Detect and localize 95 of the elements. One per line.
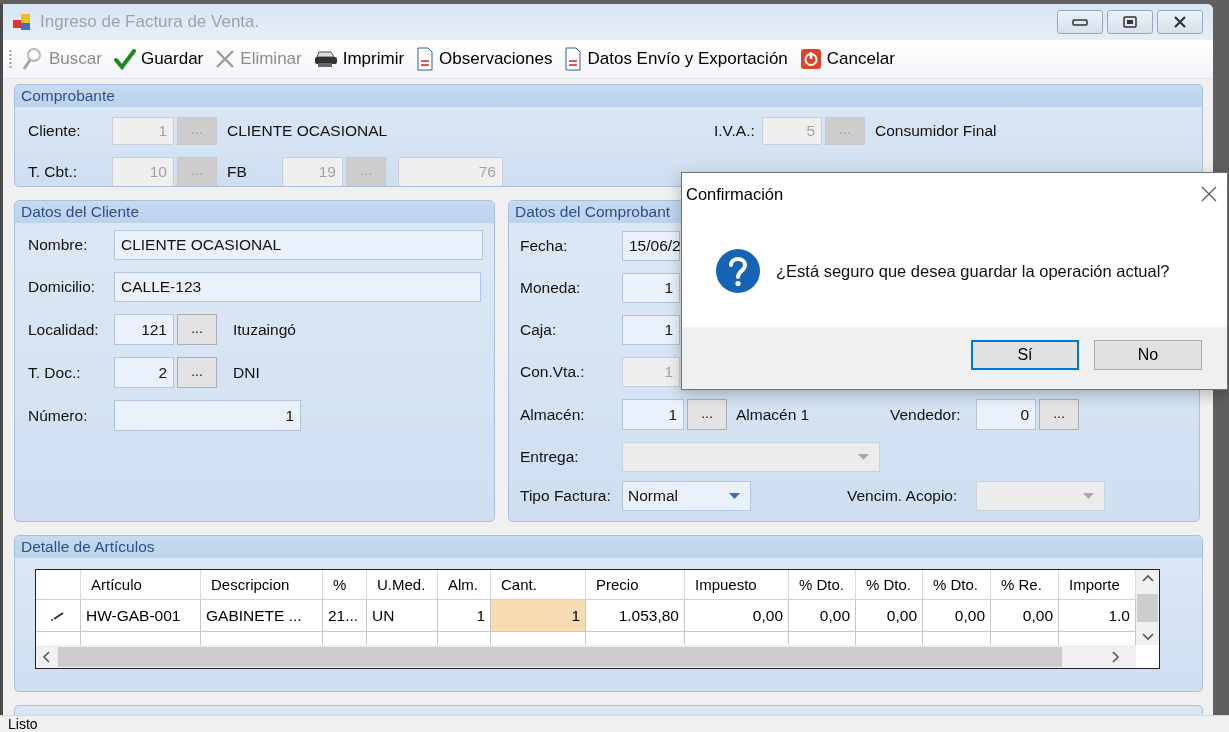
group-title: Comprobante <box>15 85 1202 107</box>
table-cell: 1.0 <box>1059 600 1136 632</box>
table-cell: UN <box>367 600 438 632</box>
lookup-name: Ituzaingó <box>233 320 296 339</box>
input-field[interactable]: 2 <box>114 357 174 388</box>
close-icon[interactable] <box>1201 186 1217 202</box>
chevron-left-icon <box>42 650 50 663</box>
table-cell: 1.053,80 <box>586 600 685 632</box>
toolbar-button[interactable]: Datos Envío y Exportación <box>562 47 790 71</box>
dialog-button[interactable]: No <box>1094 340 1202 370</box>
tax-condition: Consumidor Final <box>875 122 997 140</box>
chevron-right-icon <box>1112 650 1120 663</box>
chevron-down-icon <box>1141 633 1154 641</box>
toolbar-button[interactable]: Imprimir <box>311 49 407 69</box>
dropdown-arrow-icon <box>729 493 740 499</box>
field-label: Con.Vta.: <box>520 363 586 381</box>
input-field[interactable]: 1 <box>114 400 301 431</box>
chevron-up-icon <box>1141 574 1154 582</box>
field-label: Tipo Factura: <box>520 487 612 505</box>
lookup-button[interactable]: ... <box>177 357 217 388</box>
field-label: Vencim. Acopio: <box>847 487 959 505</box>
input-field[interactable]: 1 <box>622 399 684 430</box>
field-label: Domicilio: <box>28 278 97 296</box>
app-icon <box>12 12 32 32</box>
check-icon <box>113 48 136 70</box>
field-label: I.V.A.: <box>714 122 756 140</box>
restore-icon <box>1122 15 1138 29</box>
table-cell: HW-GAB-001 <box>81 600 201 632</box>
input-field[interactable]: 0 <box>976 399 1036 430</box>
minimize-button[interactable] <box>1057 10 1103 34</box>
field-label: Localidad: <box>28 320 100 339</box>
maximize-button[interactable] <box>1107 10 1153 34</box>
field-label: Nombre: <box>28 236 89 254</box>
grip-icon <box>9 49 12 69</box>
printer-icon <box>313 50 338 68</box>
warehouse-name: Almacén 1 <box>736 405 811 424</box>
field-label: Almacén: <box>520 405 586 424</box>
group-title: Datos del Cliente <box>15 201 494 223</box>
table-cell: 21... <box>323 600 367 632</box>
close-icon <box>1172 15 1188 29</box>
dropdown[interactable]: Normal <box>622 481 751 511</box>
field-label: T. Doc.: <box>28 363 82 382</box>
window-title: Ingreso de Factura de Venta. <box>40 12 261 32</box>
field-label: Caja: <box>520 321 558 339</box>
lookup-button[interactable]: ... <box>1039 399 1079 430</box>
field-label: Número: <box>28 406 89 425</box>
lookup-button[interactable]: ... <box>687 399 727 430</box>
input-field[interactable]: 121 <box>114 314 174 345</box>
dialog-button[interactable]: Sí <box>971 340 1079 370</box>
field-label: Vendedor: <box>890 405 962 424</box>
power-icon <box>799 48 822 70</box>
table-cell: 0,00 <box>685 600 789 632</box>
field-label: Cliente: <box>28 122 82 140</box>
table-cell: 1 <box>438 600 491 632</box>
document-icon <box>416 47 435 71</box>
search-icon <box>22 47 44 71</box>
minimize-icon <box>1072 18 1088 26</box>
question-icon <box>715 248 761 294</box>
field-label: Entrega: <box>520 448 580 466</box>
table-cell: 1 <box>491 600 586 632</box>
table-cell: 0,00 <box>789 600 856 632</box>
scroll-thumb[interactable] <box>58 646 1062 667</box>
dropdown-arrow-icon <box>858 454 869 460</box>
document-icon <box>564 47 583 71</box>
scroll-thumb[interactable] <box>1137 593 1158 622</box>
input-field[interactable]: 1 <box>622 273 680 303</box>
lookup-button[interactable]: ... <box>177 314 217 345</box>
toolbar-button[interactable]: Observaciones <box>414 47 555 71</box>
vertical-scrollbar[interactable] <box>1136 570 1159 645</box>
client-name: CLIENTE OCASIONAL <box>227 122 389 140</box>
toolbar-button[interactable]: Cancelar <box>797 48 897 70</box>
close-button[interactable] <box>1157 10 1203 34</box>
horizontal-scrollbar[interactable] <box>36 645 1136 668</box>
table-cell: 0,00 <box>923 600 991 632</box>
close-icon <box>215 49 236 69</box>
dropdown-value: Normal <box>628 487 678 505</box>
input-field[interactable]: 15/06/2 <box>622 231 680 261</box>
table-cell: 0,00 <box>856 600 923 632</box>
toolbar-button[interactable]: Guardar <box>111 48 206 70</box>
dropdown-arrow-icon <box>1083 493 1094 499</box>
table-cell: GABINETE ... <box>201 600 323 632</box>
table-cell: 0,00 <box>991 600 1059 632</box>
field-label: Moneda: <box>520 279 582 297</box>
field-label: Fecha: <box>520 237 569 255</box>
field-label: T. Cbt.: <box>28 163 79 181</box>
lookup-name: DNI <box>233 363 260 382</box>
pencil-icon <box>51 610 65 621</box>
group-title: Detalle de Artículos <box>15 536 1202 558</box>
status-text: Listo <box>0 715 1229 732</box>
input-field[interactable]: 1 <box>622 315 680 345</box>
input-field[interactable]: CLIENTE OCASIONAL <box>114 230 483 260</box>
input-field[interactable]: CALLE-123 <box>114 272 481 302</box>
dialog-message: ¿Está seguro que desea guardar la operación actual? <box>776 261 1170 281</box>
voucher-letter: FB <box>227 163 248 181</box>
dialog-title: Confirmación <box>686 184 784 204</box>
